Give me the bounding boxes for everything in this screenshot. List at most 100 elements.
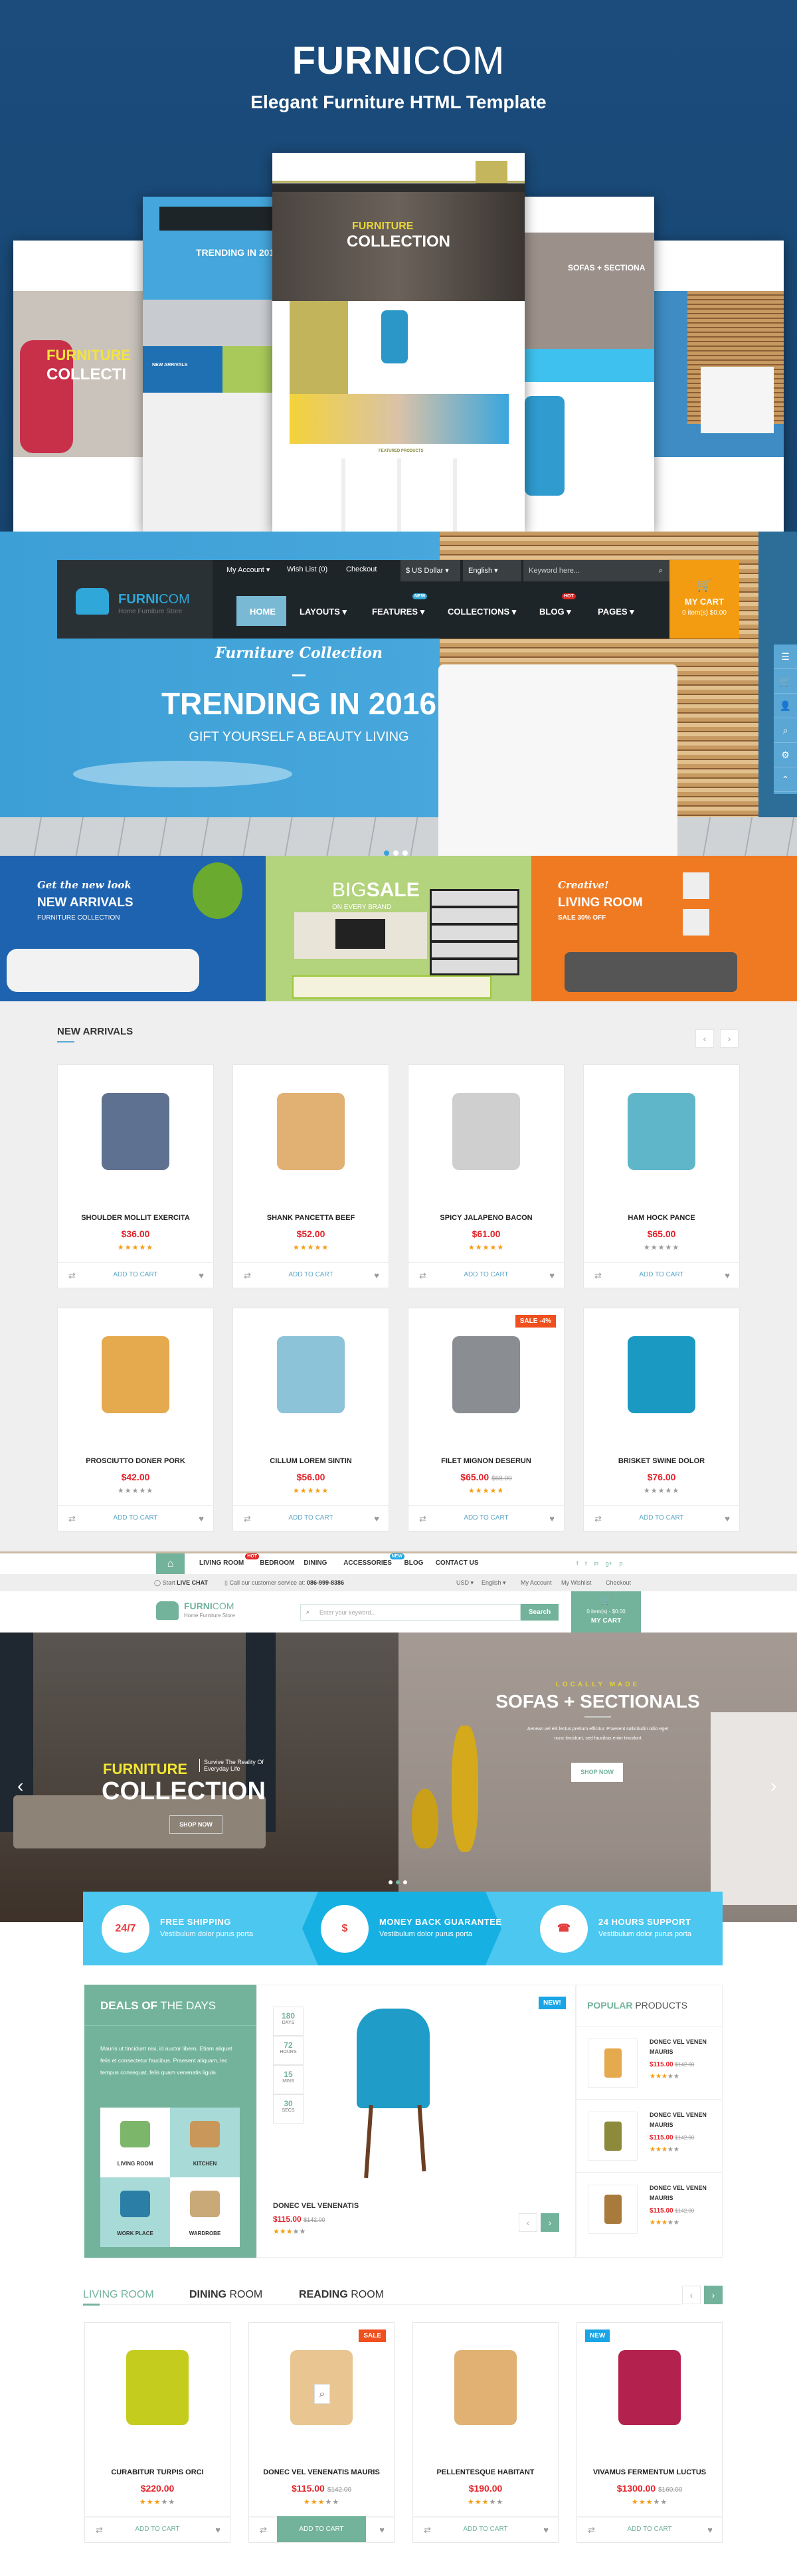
product-card[interactable]: SPICY JALAPENO BACON $61.00 ★★★★★ ⇄ ADD TO C… xyxy=(408,1064,565,1288)
slider-dot[interactable] xyxy=(403,1880,407,1884)
product-name[interactable]: SPICY JALAPENO BACON xyxy=(408,1214,564,1222)
heart-icon[interactable]: ♥ xyxy=(379,2525,385,2535)
compare-icon[interactable]: ⇄ xyxy=(594,1514,602,1524)
nav-dining[interactable]: DINING xyxy=(304,1559,327,1567)
slider-next-icon[interactable]: › xyxy=(770,1775,776,1797)
prev-arrow[interactable]: ‹ xyxy=(682,2286,701,2304)
product-card[interactable]: SALE -4% FILET MIGNON DESERUN $65.00 $68.00… xyxy=(408,1308,565,1532)
compare-icon[interactable]: ⇄ xyxy=(68,1514,76,1524)
product-name[interactable]: CILLUM LOREM SINTIN xyxy=(233,1457,389,1465)
compare-icon[interactable]: ⇄ xyxy=(594,1270,602,1281)
add-to-cart-button[interactable]: ADD TO CART xyxy=(113,1514,157,1522)
add-to-cart-button[interactable]: ADD TO CART xyxy=(113,1271,157,1278)
product-image[interactable] xyxy=(277,1336,345,1413)
prev-arrow[interactable]: ‹ xyxy=(519,2213,537,2232)
next-arrow[interactable]: › xyxy=(720,1029,739,1048)
product-name[interactable]: PELLENTESQUE HABITANT xyxy=(413,2468,558,2476)
heart-icon[interactable]: ♥ xyxy=(543,2525,549,2535)
next-arrow[interactable]: › xyxy=(541,2213,559,2232)
product-card[interactable]: PROSCIUTTO DONER PORK $42.00 ★★★★★ ⇄ ADD TO … xyxy=(57,1308,214,1532)
my-account-link[interactable]: My Account ▾ xyxy=(226,565,270,574)
nav-features[interactable]: FEATURES ▾ xyxy=(372,607,424,617)
quick-view-icon[interactable]: ⌕ xyxy=(314,2384,330,2405)
popular-item[interactable]: DONEC VEL VENEN MAURIS $115.00 $142.00 ★★★… xyxy=(576,2172,722,2244)
product-name[interactable]: CURABITUR TURPIS ORCI xyxy=(85,2468,230,2476)
category-work-place[interactable]: WORK PLACE xyxy=(100,2177,170,2247)
language-dropdown[interactable]: English ▾ xyxy=(482,1579,506,1587)
category-wardrobe[interactable]: WARDROBE xyxy=(170,2177,240,2247)
add-to-cart-button[interactable]: ADD TO CART xyxy=(288,1514,333,1522)
product-name[interactable]: DONEC VEL VENEN MAURIS xyxy=(650,2110,709,2130)
linkedin-icon[interactable]: in xyxy=(594,1560,598,1567)
product-image[interactable] xyxy=(452,1336,520,1413)
home-icon[interactable]: ⌂ xyxy=(156,1553,185,1574)
my-wishlist-link[interactable]: My Wishlist xyxy=(561,1579,592,1586)
product-name[interactable]: DONEC VEL VENENATIS xyxy=(273,2202,359,2210)
cart-button[interactable]: 🛒 MY CART 0 item(s) $0.00 xyxy=(669,560,739,639)
heart-icon[interactable]: ♥ xyxy=(549,1270,555,1280)
live-chat-link[interactable]: ◯ Start LIVE CHAT xyxy=(154,1579,208,1587)
product-image[interactable] xyxy=(454,2350,517,2425)
heart-icon[interactable]: ♥ xyxy=(725,1514,730,1524)
slider-dot[interactable] xyxy=(402,850,408,856)
product-card[interactable]: CURABITUR TURPIS ORCI $220.00 ★★★★★ ⇄ ADD TO… xyxy=(84,2322,230,2543)
social-icons[interactable]: f t in g+ p xyxy=(576,1560,622,1567)
nav-home[interactable]: HOME xyxy=(250,607,276,617)
logo[interactable]: FURNICOM Home Furniture Store xyxy=(57,560,213,639)
prev-arrow[interactable]: ‹ xyxy=(695,1029,714,1048)
nav-blog[interactable]: BLOG xyxy=(404,1559,424,1567)
product-image[interactable] xyxy=(628,1336,695,1413)
currency-dropdown[interactable]: $ US Dollar ▾ xyxy=(400,560,460,581)
nav-pages[interactable]: PAGES ▾ xyxy=(598,607,634,617)
compare-icon[interactable]: ⇄ xyxy=(244,1270,251,1281)
product-image[interactable] xyxy=(357,2009,430,2108)
nav-contact-us[interactable]: CONTACT US xyxy=(436,1559,479,1567)
search-icon[interactable]: ⌕ xyxy=(659,560,663,581)
product-name[interactable]: SHANK PANCETTA BEEF xyxy=(233,1214,389,1222)
next-arrow[interactable]: › xyxy=(704,2286,723,2304)
wish-list-link[interactable]: Wish List (0) xyxy=(287,565,327,573)
category-kitchen[interactable]: KITCHEN xyxy=(170,2108,240,2177)
add-to-cart-button[interactable]: ADD TO CART xyxy=(463,2526,507,2533)
add-to-cart-button[interactable]: ADD TO CART xyxy=(627,2526,671,2533)
add-to-cart-button[interactable]: ADD TO CART xyxy=(639,1514,683,1522)
add-to-cart-button[interactable]: ADD TO CART xyxy=(464,1514,508,1522)
product-card[interactable]: NEW VIVAMUS FERMENTUM LUCTUS $1300.00 $160.… xyxy=(576,2322,723,2543)
slider-dot[interactable] xyxy=(384,850,389,856)
add-to-cart-button[interactable]: ADD TO CART xyxy=(288,1271,333,1278)
product-image[interactable] xyxy=(126,2350,189,2425)
nav-bedroom[interactable]: BEDROOM xyxy=(260,1559,294,1567)
add-to-cart-button[interactable]: ADD TO CART xyxy=(464,1271,508,1278)
product-card[interactable]: SHOULDER MOLLIT EXERCITA $36.00 ★★★★★ ⇄ ADD … xyxy=(57,1064,214,1288)
popular-item[interactable]: DONEC VEL VENEN MAURIS $115.00 $142.00 ★★★… xyxy=(576,2026,722,2098)
currency-dropdown[interactable]: USD ▾ xyxy=(456,1579,474,1587)
google-plus-icon[interactable]: g+ xyxy=(606,1560,612,1567)
menu-icon[interactable]: ☰ xyxy=(774,644,797,669)
tab-reading-room[interactable]: READING ROOM xyxy=(299,2289,384,2301)
heart-icon[interactable]: ♥ xyxy=(199,1270,204,1280)
heart-icon[interactable]: ♥ xyxy=(215,2525,221,2535)
category-living-room[interactable]: LIVING ROOM xyxy=(100,2108,170,2177)
compare-icon[interactable]: ⇄ xyxy=(96,2525,103,2535)
search-icon[interactable]: ⌕ xyxy=(774,718,797,743)
product-name[interactable]: PROSCIUTTO DONER PORK xyxy=(58,1457,213,1465)
search-button[interactable]: Search xyxy=(521,1604,559,1621)
my-account-link[interactable]: My Account xyxy=(521,1579,552,1586)
product-card[interactable]: CILLUM LOREM SINTIN $56.00 ★★★★★ ⇄ ADD TO CA… xyxy=(232,1308,389,1532)
product-name[interactable]: BRISKET SWINE DOLOR xyxy=(584,1457,739,1465)
checkout-link[interactable]: Checkout xyxy=(346,565,377,573)
compare-icon[interactable]: ⇄ xyxy=(419,1514,426,1524)
twitter-icon[interactable]: t xyxy=(585,1560,587,1567)
nav-blog[interactable]: BLOG ▾ xyxy=(539,607,571,617)
popular-item[interactable]: DONEC VEL VENEN MAURIS $115.00 $142.00 ★★★… xyxy=(576,2099,722,2171)
product-thumb[interactable] xyxy=(588,2185,638,2234)
product-image[interactable] xyxy=(277,1093,345,1170)
scroll-top-icon[interactable]: ⌃ xyxy=(774,767,797,792)
heart-icon[interactable]: ♥ xyxy=(374,1270,379,1280)
search-input[interactable]: Keyword here... ⌕ xyxy=(523,560,669,581)
checkout-link[interactable]: Checkout xyxy=(606,1579,631,1586)
nav-accessories[interactable]: ACCESSORIES xyxy=(343,1559,392,1567)
tab-living-room[interactable]: LIVING ROOM xyxy=(83,2289,154,2301)
cart-icon[interactable]: 🛒 xyxy=(774,669,797,694)
slider-prev-icon[interactable]: ‹ xyxy=(17,1775,23,1797)
